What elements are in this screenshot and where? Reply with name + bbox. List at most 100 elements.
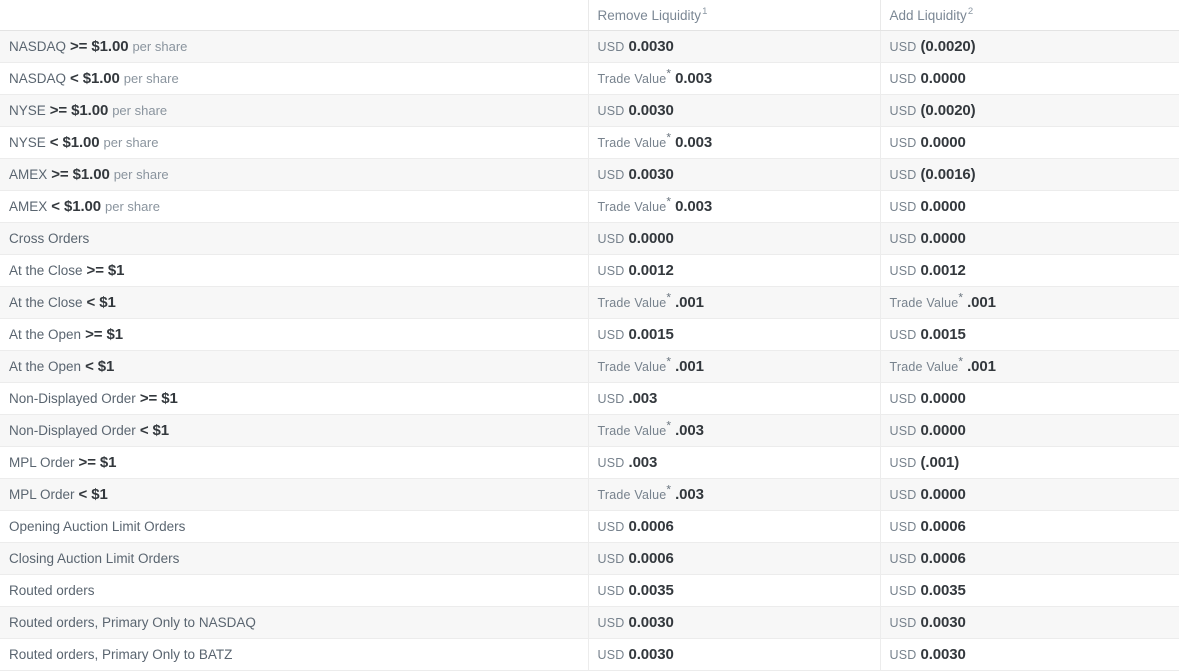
remove-liquidity-cell: USD 0.0000 [588, 222, 881, 255]
remove-liquidity-cell: USD 0.0015 [588, 318, 881, 351]
add-liquidity-unit: USD [889, 392, 917, 406]
add-liquidity-value: 0.0000 [920, 422, 966, 439]
order-type-label: Non-Displayed Order [9, 423, 136, 438]
remove-liquidity-value: 0.0030 [628, 38, 674, 55]
remove-liquidity-value: .003 [675, 422, 704, 439]
order-type-threshold: < $1.00 [49, 134, 100, 151]
remove-liquidity-unit: USD [597, 552, 625, 566]
add-liquidity-multiplier-icon: * [958, 354, 964, 369]
column-header-add-liquidity: Add Liquidity2 [880, 0, 1179, 31]
order-type-cell: NASDAQ >= $1.00 per share [0, 30, 589, 63]
remove-liquidity-unit: USD [597, 456, 625, 470]
order-type-cell: MPL Order >= $1 [0, 446, 589, 479]
add-liquidity-unit: Trade Value [889, 296, 959, 310]
order-type-label: Routed orders, Primary Only to NASDAQ [9, 615, 256, 630]
remove-liquidity-cell: USD .003 [588, 446, 881, 479]
remove-liquidity-value: .003 [628, 390, 658, 407]
order-type-cell: MPL Order < $1 [0, 478, 589, 511]
order-type-threshold: >= $1.00 [70, 38, 129, 55]
add-liquidity-cell: USD 0.0000 [880, 414, 1179, 447]
remove-liquidity-unit: Trade Value [597, 360, 667, 374]
order-type-cell: Routed orders [0, 574, 589, 607]
order-type-label: At the Close [9, 263, 83, 278]
remove-liquidity-cell: USD 0.0006 [588, 542, 881, 575]
remove-liquidity-value: 0.0030 [628, 646, 674, 663]
add-liquidity-cell: USD (.001) [880, 446, 1179, 479]
table-row: Cross Orders USD 0.0000 USD 0.0000 [0, 222, 1179, 255]
order-type-cell: AMEX >= $1.00 per share [0, 158, 589, 191]
order-type-label: NASDAQ [9, 71, 67, 86]
table-row: At the Open >= $1 USD 0.0015 USD 0.0015 [0, 318, 1179, 351]
add-liquidity-unit: USD [889, 488, 917, 502]
remove-liquidity-unit: Trade Value [597, 72, 667, 86]
order-type-cell: Closing Auction Limit Orders [0, 542, 589, 575]
order-type-cell: At the Close >= $1 [0, 254, 589, 287]
remove-liquidity-unit: USD [597, 40, 625, 54]
remove-liquidity-multiplier-icon: * [666, 482, 672, 497]
remove-liquidity-cell: USD 0.0030 [588, 158, 881, 191]
add-liquidity-cell: Trade Value* .001 [880, 286, 1179, 319]
remove-liquidity-multiplier-icon: * [666, 130, 672, 145]
order-type-qualifier: per share [132, 39, 188, 54]
order-type-threshold: >= $1.00 [51, 166, 110, 183]
add-liquidity-unit: USD [889, 552, 917, 566]
remove-liquidity-unit: USD [597, 328, 625, 342]
remove-liquidity-cell: USD .003 [588, 382, 881, 415]
add-liquidity-value: 0.0006 [920, 550, 966, 567]
order-type-label: NYSE [9, 135, 46, 150]
remove-liquidity-unit: USD [597, 168, 625, 182]
add-liquidity-value: (0.0020) [920, 38, 976, 55]
add-liquidity-unit: USD [889, 584, 917, 598]
add-liquidity-cell: USD 0.0006 [880, 542, 1179, 575]
remove-liquidity-unit: USD [597, 232, 625, 246]
footnote-marker-1: 1 [702, 6, 708, 17]
remove-liquidity-cell: USD 0.0030 [588, 94, 881, 127]
remove-liquidity-cell: USD 0.0030 [588, 30, 881, 63]
add-liquidity-value: 0.0000 [920, 134, 966, 151]
add-liquidity-value: 0.0000 [920, 390, 966, 407]
remove-liquidity-value: 0.003 [675, 134, 713, 151]
remove-liquidity-unit: USD [597, 392, 625, 406]
remove-liquidity-value: .003 [675, 486, 704, 503]
header-row: Remove Liquidity1 Add Liquidity2 [0, 0, 1179, 31]
table-row: NASDAQ < $1.00 per share Trade Value* 0.003 U… [0, 62, 1179, 95]
remove-liquidity-multiplier-icon: * [666, 66, 672, 81]
remove-liquidity-cell: USD 0.0012 [588, 254, 881, 287]
table-row: At the Close < $1 Trade Value* .001 Trade Va… [0, 286, 1179, 319]
table-row: AMEX < $1.00 per share Trade Value* 0.003 USD… [0, 190, 1179, 223]
column-header-remove-liquidity: Remove Liquidity1 [588, 0, 881, 31]
table-row: Non-Displayed Order >= $1 USD .003 USD 0.0000 [0, 382, 1179, 415]
order-type-label: At the Close [9, 295, 83, 310]
add-liquidity-unit: USD [889, 424, 917, 438]
add-liquidity-value: (0.0016) [920, 166, 976, 183]
add-liquidity-cell: USD 0.0000 [880, 126, 1179, 159]
remove-liquidity-unit: Trade Value [597, 296, 667, 310]
remove-liquidity-value: 0.0030 [628, 166, 674, 183]
add-liquidity-cell: USD 0.0000 [880, 478, 1179, 511]
add-liquidity-value: 0.0000 [920, 230, 966, 247]
order-type-threshold: < $1 [86, 294, 116, 311]
table-row: MPL Order < $1 Trade Value* .003 USD 0.0000 [0, 478, 1179, 511]
add-liquidity-cell: USD (0.0020) [880, 94, 1179, 127]
add-liquidity-value: 0.0000 [920, 486, 966, 503]
remove-liquidity-cell: USD 0.0030 [588, 638, 881, 671]
add-liquidity-cell: USD 0.0000 [880, 222, 1179, 255]
remove-liquidity-multiplier-icon: * [666, 354, 672, 369]
add-liquidity-value: (.001) [920, 454, 960, 471]
add-liquidity-cell: USD 0.0000 [880, 190, 1179, 223]
add-liquidity-cell: USD 0.0000 [880, 382, 1179, 415]
add-liquidity-value: 0.0030 [920, 614, 966, 631]
remove-liquidity-cell: USD 0.0035 [588, 574, 881, 607]
remove-liquidity-value: 0.0035 [628, 582, 674, 599]
remove-liquidity-unit: Trade Value [597, 424, 667, 438]
add-liquidity-unit: USD [889, 200, 917, 214]
table-row: Routed orders, Primary Only to BATZ USD 0.… [0, 638, 1179, 671]
remove-liquidity-unit: Trade Value [597, 136, 667, 150]
order-type-cell: Non-Displayed Order >= $1 [0, 382, 589, 415]
column-header-add-liquidity-label: Add Liquidity [889, 7, 967, 23]
order-type-cell: At the Open < $1 [0, 350, 589, 383]
column-header-description [0, 0, 589, 31]
order-type-cell: NASDAQ < $1.00 per share [0, 62, 589, 95]
order-type-label: Opening Auction Limit Orders [9, 519, 186, 534]
table-body: NASDAQ >= $1.00 per share USD 0.0030 USD (0.00… [0, 30, 1179, 671]
